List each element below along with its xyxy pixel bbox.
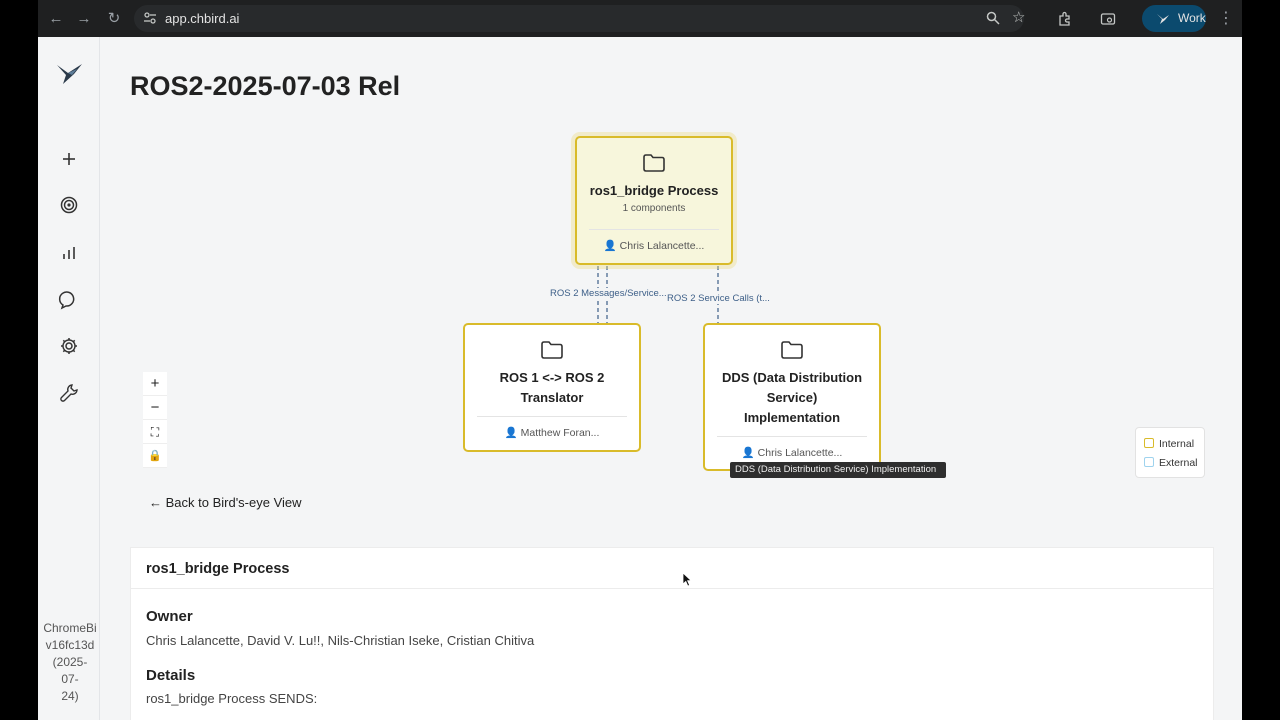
legend-label: Internal [1159, 438, 1195, 450]
build-line: 24) [61, 689, 79, 703]
node-title-line: DDS (Data Distribution [721, 370, 863, 385]
browser-window: ← → ↻ app.chbird.ai ☆ Work ⋮ ChromeBi v1… [38, 0, 1242, 720]
graph-node-ros1-bridge[interactable]: ros1_bridge Process 1 components 👤 Chris… [575, 136, 733, 265]
build-line: (2025- [52, 655, 88, 669]
graph-legend: Internal External [1135, 427, 1205, 478]
node-title-line: Implementation [743, 410, 841, 425]
zoom-out-button[interactable]: − [143, 396, 167, 420]
node-title-line: Service) [766, 390, 818, 405]
node-owner: 👤 Chris Lalancette... [577, 239, 731, 252]
detail-title: ros1_bridge Process [146, 561, 290, 577]
node-divider [589, 229, 719, 230]
legend-item-internal: Internal [1144, 438, 1194, 452]
person-icon: 👤 [603, 240, 617, 252]
folder-icon [643, 154, 665, 172]
legend-swatch [1144, 457, 1154, 467]
node-owner-name: Chris Lalancette... [757, 447, 843, 459]
build-line: v16fc13d [45, 638, 95, 652]
legend-item-external: External [1144, 457, 1198, 471]
node-subtitle: 1 components [622, 203, 686, 214]
detail-panel: ros1_bridge Process Owner Chris Lalancet… [130, 547, 1214, 720]
details-text: ros1_bridge Process SENDS: [146, 691, 318, 706]
node-owner: 👤 Chris Lalancette... [705, 446, 879, 459]
detail-panel-header: ros1_bridge Process [131, 548, 1213, 589]
legend-label: External [1159, 457, 1198, 469]
node-owner: 👤 Matthew Foran... [465, 426, 639, 439]
legend-swatch [1144, 438, 1154, 448]
zoom-in-button[interactable]: + [143, 372, 167, 396]
build-version: ChromeBi v16fc13d (2025- 07- 24) [42, 620, 98, 705]
fit-view-button[interactable]: ⛶ [143, 420, 167, 444]
node-owner-name: Chris Lalancette... [619, 240, 705, 252]
node-owner-name: Matthew Foran... [520, 427, 600, 439]
edge-label[interactable]: ROS 2 Messages/Service... [550, 288, 667, 299]
edge-label[interactable]: ROS 2 Service Calls (t... [667, 293, 770, 304]
owner-list: Chris Lalancette, David V. Lu!!, Nils-Ch… [146, 633, 535, 648]
person-icon: 👤 [741, 447, 755, 459]
node-divider [477, 416, 627, 417]
lock-button[interactable]: 🔒 [143, 444, 167, 468]
zoom-controls: + − ⛶ 🔒 [143, 372, 167, 470]
folder-icon [781, 341, 803, 359]
graph-node-dds-implementation[interactable]: DDS (Data Distribution Service) Implemen… [703, 323, 881, 471]
node-divider [717, 436, 867, 437]
node-title: ros1_bridge Process [589, 183, 719, 198]
graph-node-ros-translator[interactable]: ROS 1 <-> ROS 2 Translator 👤 Matthew For… [463, 323, 641, 452]
back-to-birdseye-link[interactable]: ← Back to Bird's-eye View [149, 495, 302, 510]
details-heading: Details [146, 667, 196, 684]
node-title-line: Translator [520, 390, 584, 405]
build-line: 07- [61, 672, 79, 686]
node-title-line: ROS 1 <-> ROS 2 [499, 370, 605, 385]
folder-icon [541, 341, 563, 359]
build-line: ChromeBi [43, 621, 97, 635]
node-tooltip: DDS (Data Distribution Service) Implemen… [730, 462, 946, 478]
owner-heading: Owner [146, 608, 193, 625]
person-icon: 👤 [504, 427, 518, 439]
mouse-cursor-icon [682, 572, 692, 587]
